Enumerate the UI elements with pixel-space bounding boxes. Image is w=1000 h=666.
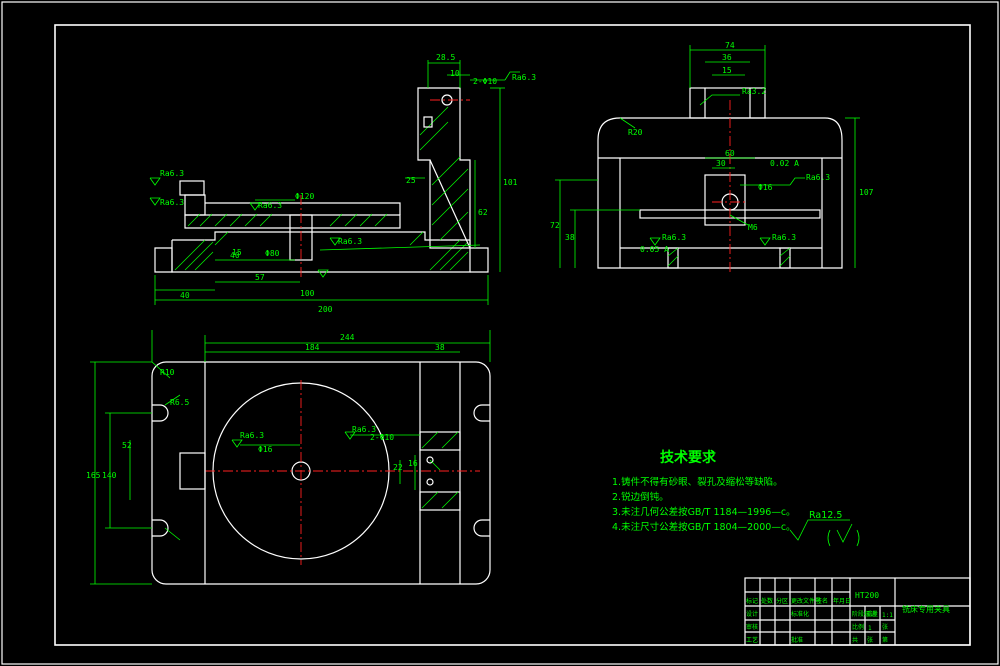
- top-dim-38: 38: [435, 343, 445, 352]
- side-roughness-4: Ra6.3: [772, 233, 796, 242]
- front-dim-40: 40: [180, 291, 190, 300]
- title-block-cell: 张: [882, 623, 888, 631]
- cad-drawing-canvas: 200 40 100 57 40 28.5 10 2-Φ10 101 62 25…: [1, 1, 999, 665]
- notes-title: 技术要求: [660, 449, 717, 466]
- front-dim-10: 10: [450, 69, 460, 78]
- front-dim-101: 101: [503, 178, 518, 187]
- top-dim-140: 140: [102, 471, 117, 480]
- side-dim-30: 30: [716, 159, 726, 168]
- inner-sheet-border: [54, 24, 971, 646]
- top-view: 244 184 38 165 140 52 22 16 Φ16 2-Φ10 R6…: [86, 330, 491, 585]
- title-block-cell: 年月日: [833, 597, 851, 605]
- top-dim-165: 165: [86, 471, 101, 480]
- side-thread-label: M6: [748, 223, 758, 232]
- general-roughness-symbol: [789, 519, 860, 547]
- front-dim-57: 57: [255, 273, 265, 282]
- front-roughness-1: Ra6.3: [160, 169, 184, 178]
- side-view: 74 36 15 60 30 Φ16 107 72 38 R20 M6 0.02…: [550, 41, 874, 275]
- title-block-cell: 第: [882, 636, 888, 644]
- side-dim-38: 38: [565, 233, 575, 242]
- note-item-1: 1.铸件不得有砂眼、裂孔及缩松等缺陷。: [612, 476, 783, 488]
- top-dim-184: 184: [305, 343, 320, 352]
- title-block-sheet: 1: [868, 625, 872, 632]
- front-dim-15: 15: [232, 248, 242, 257]
- title-block-cell: 签名: [816, 597, 828, 605]
- front-view: 200 40 100 57 40 28.5 10 2-Φ10 101 62 25…: [149, 53, 536, 314]
- side-tolerance-1: 0.02 A: [770, 159, 799, 168]
- title-block-cell: 设计: [746, 610, 758, 618]
- title-block-cell: 张: [867, 636, 873, 644]
- title-block-cell: 标准化: [791, 610, 809, 618]
- title-block-cell: 标记: [746, 597, 758, 605]
- general-roughness-label: Ra12.5: [809, 510, 842, 521]
- front-dim-28-5: 28.5: [436, 53, 455, 62]
- side-dim-74: 74: [725, 41, 735, 50]
- front-dim-62: 62: [478, 208, 488, 217]
- top-center-hole-label: Φ16: [258, 445, 273, 454]
- side-dim-72: 72: [550, 221, 560, 230]
- title-block-drawing-name: 铣床专用夹具: [902, 604, 950, 614]
- side-roughness-1: Ra6.3: [806, 173, 830, 182]
- title-block-cell: 批准: [791, 636, 803, 644]
- title-block-cell: 分区: [776, 597, 788, 605]
- title-block-cell: 重量: [866, 610, 878, 618]
- title-block-cell: 处数: [761, 597, 773, 605]
- top-dim-16: 16: [408, 459, 418, 468]
- title-block: HT200 铣床专用夹具 1:1 1 标记 处数 分区 更改文件号 签名 年月日…: [744, 577, 971, 646]
- side-roughness-3: Ra6.3: [662, 233, 686, 242]
- top-hole-pair-label: 2-Φ10: [370, 433, 394, 442]
- note-item-2: 2.锐边倒钝。: [612, 491, 669, 503]
- title-block-cell: 审核: [746, 623, 758, 631]
- top-slot-radius: R6.5: [170, 398, 189, 407]
- side-roughness-2: Ra3.2: [742, 87, 766, 96]
- top-chamfer-label: R10: [160, 368, 175, 377]
- side-tolerance-2: 0.05 A: [640, 245, 669, 254]
- title-block-material: HT200: [855, 591, 879, 600]
- side-bore-label: Φ16: [758, 183, 773, 192]
- side-dim-36: 36: [722, 53, 732, 62]
- front-dim-width: 200: [318, 305, 333, 314]
- top-dim-244: 244: [340, 333, 355, 342]
- title-block-cell: 比例: [852, 623, 864, 631]
- title-block-scale: 1:1: [882, 612, 893, 619]
- title-block-cell: 工艺: [746, 636, 758, 644]
- front-dim-80: Φ80: [265, 249, 280, 258]
- front-dim-120: Φ120: [295, 192, 314, 201]
- front-hole-label: 2-Φ10: [473, 77, 497, 86]
- side-radius-label: R20: [628, 128, 643, 137]
- side-dim-15: 15: [722, 66, 732, 75]
- front-roughness-5: Ra6.3: [338, 237, 362, 246]
- front-dim-25: 25: [406, 176, 416, 185]
- front-dim-100: 100: [300, 289, 315, 298]
- title-block-cell: 共: [852, 636, 858, 644]
- top-roughness-2: Ra6.3: [352, 425, 376, 434]
- front-roughness-4: Ra6.3: [512, 73, 536, 82]
- front-roughness-3: Ra6.3: [258, 201, 282, 210]
- side-dim-60: 60: [725, 149, 735, 158]
- side-dim-107: 107: [859, 188, 874, 197]
- note-item-3: 3.未注几何公差按GB/T 1184—1996—c。: [612, 506, 796, 518]
- top-dim-22: 22: [393, 463, 403, 472]
- technical-requirements: 技术要求 1.铸件不得有砂眼、裂孔及缩松等缺陷。 2.锐边倒钝。 3.未注几何公…: [612, 449, 860, 547]
- note-item-4: 4.未注尺寸公差按GB/T 1804—2000—c。: [612, 521, 796, 533]
- top-roughness-1: Ra6.3: [240, 431, 264, 440]
- top-dim-52: 52: [122, 441, 132, 450]
- front-roughness-2: Ra6.3: [160, 198, 184, 207]
